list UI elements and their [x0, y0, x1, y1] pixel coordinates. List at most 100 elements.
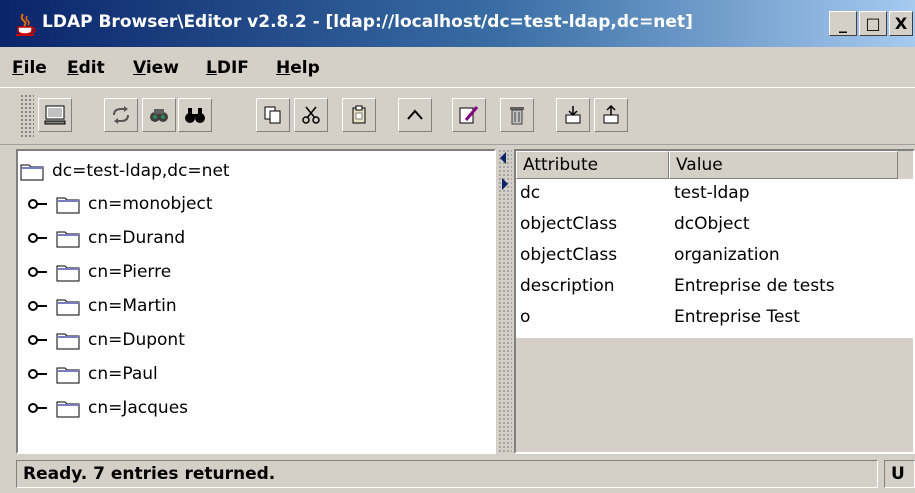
edit-icon [459, 106, 479, 124]
close-button[interactable]: X [889, 11, 913, 36]
status-indicator: U [884, 460, 915, 488]
connect-button[interactable] [38, 98, 72, 132]
find-button[interactable] [178, 98, 212, 132]
cut-button[interactable] [294, 98, 328, 132]
export-button[interactable] [556, 98, 590, 132]
refresh-button[interactable] [104, 98, 138, 132]
cut-icon [302, 106, 320, 124]
tree-item[interactable]: cn=Dupont [28, 330, 185, 350]
find-icon [185, 108, 205, 123]
folder-icon [56, 197, 80, 214]
expand-handle-icon[interactable] [28, 265, 48, 279]
tree-item[interactable]: cn=Durand [28, 228, 185, 248]
title-bar[interactable]: LDAP Browser\Editor v2.8.2 - [ldap://loc… [0, 0, 915, 47]
menu-help[interactable]: Help [276, 58, 320, 78]
tree-item-label: cn=Jacques [88, 398, 189, 418]
menu-edit[interactable]: Edit [67, 58, 105, 78]
delete-icon [510, 107, 524, 125]
tree-item-label: cn=Dupont [88, 330, 185, 350]
tree-item-label: cn=Durand [88, 228, 186, 248]
table-row[interactable]: description Entreprise de tests [516, 272, 913, 303]
tree-item[interactable]: cn=Martin [28, 296, 177, 316]
status-bar: Ready. 7 entries returned. U [0, 455, 915, 493]
tree-item[interactable]: cn=Pierre [28, 262, 171, 282]
menu-ldif[interactable]: LDIF [206, 58, 249, 78]
directory-tree[interactable]: dc=test-ldap,dc=net cn=monobject cn=Dura… [16, 149, 496, 454]
edit-button[interactable] [452, 98, 486, 132]
attribute-cell: o [520, 307, 531, 327]
table-row[interactable]: o Entreprise Test [516, 303, 913, 334]
copy-icon [264, 106, 281, 124]
folder-icon [56, 333, 80, 350]
import-icon [603, 105, 619, 124]
table-row[interactable]: objectClass dcObject [516, 210, 913, 241]
column-header-value[interactable]: Value [669, 151, 898, 179]
window-title: LDAP Browser\Editor v2.8.2 - [ldap://loc… [42, 12, 693, 32]
app-window: LDAP Browser\Editor v2.8.2 - [ldap://loc… [0, 0, 915, 493]
import-button[interactable] [594, 98, 628, 132]
tree-item[interactable]: cn=Jacques [28, 398, 188, 418]
search-icon [150, 109, 168, 122]
folder-icon [56, 299, 80, 316]
menu-view[interactable]: View [133, 58, 179, 78]
split-pane-divider[interactable] [498, 149, 512, 454]
attribute-cell: objectClass [520, 245, 618, 265]
attribute-cell: description [520, 276, 615, 296]
collapse-right-icon[interactable] [502, 178, 508, 190]
tree-item-label: cn=Pierre [88, 262, 172, 282]
folder-icon [56, 265, 80, 282]
toolbar [0, 88, 915, 145]
folder-icon [56, 401, 80, 418]
java-cup-icon [16, 13, 36, 36]
expand-handle-icon[interactable] [28, 333, 48, 347]
value-cell: organization [674, 245, 780, 265]
tree-item[interactable]: cn=Paul [28, 364, 158, 384]
expand-handle-icon[interactable] [28, 401, 48, 415]
up-icon [407, 109, 423, 120]
minimize-button[interactable]: _ [829, 11, 857, 36]
expand-handle-icon[interactable] [28, 197, 48, 211]
window-controls: _ □ X [829, 11, 913, 36]
status-message: Ready. 7 entries returned. [16, 460, 878, 488]
table-header: Attribute Value [516, 151, 913, 179]
refresh-icon [113, 106, 129, 124]
folder-icon [20, 164, 44, 181]
value-cell: test-ldap [674, 183, 750, 203]
attribute-table: Attribute Value dc test-ldap objectClass… [514, 149, 915, 454]
tree-root[interactable]: dc=test-ldap,dc=net [20, 161, 230, 181]
value-cell: dcObject [674, 214, 750, 234]
maximize-icon: □ [865, 14, 881, 33]
tree-item-label: cn=Martin [88, 296, 177, 316]
maximize-button[interactable]: □ [859, 11, 887, 36]
attribute-cell: dc [520, 183, 541, 203]
minimize-icon: _ [839, 14, 847, 33]
collapse-left-icon[interactable] [500, 152, 506, 164]
tree-root-label: dc=test-ldap,dc=net [52, 161, 230, 181]
copy-button[interactable] [256, 98, 290, 132]
value-cell: Entreprise Test [674, 307, 800, 327]
menu-bar: File Edit View LDIF Help [0, 47, 915, 88]
close-icon: X [894, 14, 908, 33]
expand-handle-icon[interactable] [28, 299, 48, 313]
paste-icon [352, 105, 366, 124]
tree-item[interactable]: cn=monobject [28, 194, 213, 214]
menu-file[interactable]: File [12, 58, 47, 78]
connect-icon [44, 105, 66, 125]
expand-handle-icon[interactable] [28, 367, 48, 381]
attribute-cell: objectClass [520, 214, 618, 234]
column-header-attribute[interactable]: Attribute [516, 151, 669, 179]
tree-item-label: cn=Paul [88, 364, 158, 384]
folder-icon [56, 367, 80, 384]
expand-handle-icon[interactable] [28, 231, 48, 245]
search-button[interactable] [142, 98, 176, 132]
delete-button[interactable] [500, 98, 534, 132]
export-icon [565, 106, 581, 124]
table-body: dc test-ldap objectClass dcObject object… [516, 179, 913, 338]
table-row[interactable]: dc test-ldap [516, 179, 913, 210]
toolbar-grip[interactable] [20, 94, 34, 138]
table-row[interactable]: objectClass organization [516, 241, 913, 272]
folder-icon [56, 231, 80, 248]
paste-button[interactable] [342, 98, 376, 132]
value-cell: Entreprise de tests [674, 276, 835, 296]
parent-button[interactable] [398, 98, 432, 132]
